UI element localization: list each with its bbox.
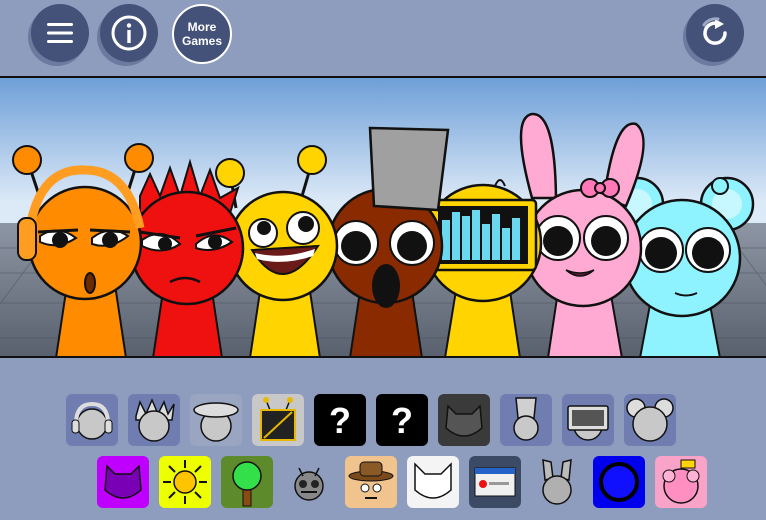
sound-slot-spikes[interactable] — [128, 394, 180, 446]
sound-slot-cat-silhouette[interactable] — [438, 394, 490, 446]
sound-slot-robot-bug[interactable] — [283, 456, 335, 508]
spikes-icon — [128, 394, 180, 446]
question-mark-icon: ? — [329, 400, 351, 441]
mouse-ears-icon — [624, 394, 676, 446]
sound-slot-error-window[interactable] — [469, 456, 521, 508]
sound-slot-mystery-1[interactable]: ? — [314, 394, 366, 446]
info-button[interactable] — [100, 4, 158, 62]
sound-slot-monitor[interactable] — [562, 394, 614, 446]
more-games-label-line2: Games — [181, 34, 223, 48]
sound-slot-mystery-2[interactable]: ? — [376, 394, 428, 446]
blue-ring-icon — [593, 456, 645, 508]
sound-tray: ? ? — [0, 360, 766, 520]
sound-slot-cowboy-hat[interactable] — [345, 456, 397, 508]
bunny-icon — [531, 456, 583, 508]
sound-slot-bunny[interactable] — [531, 456, 583, 508]
question-label: ? — [329, 400, 351, 441]
top-bar: More Games — [0, 0, 766, 75]
sound-slot-tree[interactable] — [221, 456, 273, 508]
question-mark-icon: ? — [391, 400, 413, 441]
info-icon — [111, 15, 147, 51]
monitor-icon — [562, 394, 614, 446]
tree-icon — [221, 456, 273, 508]
stage-scene — [0, 78, 766, 356]
sun-icon — [159, 456, 211, 508]
sound-slot-white-cat[interactable] — [407, 456, 459, 508]
more-games-label-line1: More — [187, 20, 217, 34]
robot-bug-icon — [283, 456, 335, 508]
pink-pig-icon — [655, 456, 707, 508]
sound-slot-antenna-tv[interactable] — [252, 394, 304, 446]
menu-button[interactable] — [31, 4, 89, 62]
more-games-button[interactable]: More Games — [172, 4, 232, 64]
cat-silhouette-icon — [438, 394, 490, 446]
sound-slot-blue-ring[interactable] — [593, 456, 645, 508]
sound-slot-top-hat[interactable] — [500, 394, 552, 446]
sound-slot-mouse-ears[interactable] — [624, 394, 676, 446]
sound-slot-sun[interactable] — [159, 456, 211, 508]
hamburger-icon — [47, 23, 73, 43]
error-window-icon — [469, 456, 521, 508]
reset-icon — [702, 17, 727, 45]
sound-slot-headphones[interactable] — [66, 394, 118, 446]
reset-button[interactable] — [686, 4, 744, 62]
top-hat-icon — [500, 394, 552, 446]
antenna-tv-icon — [252, 394, 304, 446]
purple-cat-icon — [97, 456, 149, 508]
sound-slot-cap[interactable] — [190, 394, 242, 446]
sound-slot-purple-cat[interactable] — [97, 456, 149, 508]
headphones-icon — [66, 394, 118, 446]
stage — [0, 76, 766, 358]
sound-slot-pink-pig[interactable] — [655, 456, 707, 508]
cap-icon — [190, 394, 242, 446]
question-label: ? — [391, 400, 413, 441]
white-cat-icon — [407, 456, 459, 508]
cowboy-hat-icon — [345, 456, 397, 508]
